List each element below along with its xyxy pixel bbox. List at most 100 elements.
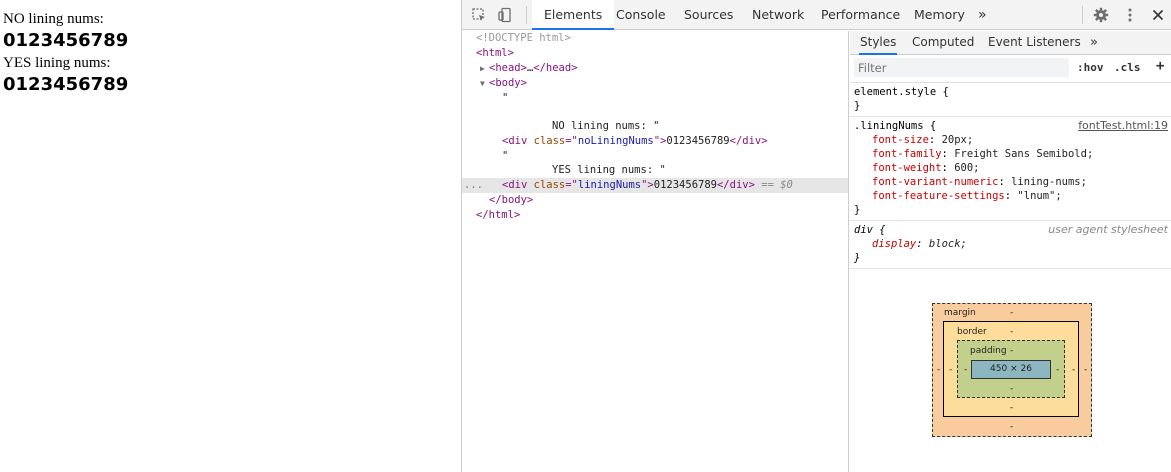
node-actions-dots[interactable]: ... bbox=[464, 178, 483, 193]
text-node-quote: " bbox=[502, 92, 509, 104]
inspect-icon[interactable] bbox=[471, 7, 487, 23]
padding-right-value: - bbox=[1056, 365, 1060, 375]
html-close-tag: </html> bbox=[476, 209, 521, 221]
gear-icon[interactable] bbox=[1093, 7, 1109, 23]
label-yes-lining: YES lining nums: bbox=[3, 55, 111, 71]
decl-value: "lnum"; bbox=[1017, 190, 1062, 202]
div-close-tag: </div> bbox=[729, 135, 768, 147]
tab-network[interactable]: Network bbox=[752, 0, 804, 30]
doctype-text: <!DOCTYPE html> bbox=[476, 32, 571, 44]
dom-text-yes[interactable]: YES lining nums: " bbox=[462, 163, 848, 178]
border-left-value: - bbox=[949, 365, 953, 375]
subtab-styles[interactable]: Styles bbox=[859, 31, 898, 55]
dom-html-open[interactable]: <html> bbox=[462, 46, 848, 61]
add-rule-button[interactable]: + bbox=[1156, 58, 1164, 74]
devtools-panel: Elements Console Sources Network Perform… bbox=[461, 0, 1171, 472]
html-open-tag: <html> bbox=[476, 47, 514, 59]
margin-right-value: - bbox=[1084, 365, 1088, 375]
kebab-menu-icon[interactable] bbox=[1122, 7, 1138, 23]
decl-value: lining-nums; bbox=[1011, 176, 1087, 188]
dom-head[interactable]: ▶ <head>…</head> bbox=[462, 61, 848, 76]
hov-toggle[interactable]: :hov bbox=[1077, 61, 1104, 74]
border-top-value: - bbox=[1010, 327, 1014, 337]
styles-pane: Styles Computed Event Listeners » :hov .… bbox=[850, 31, 1171, 472]
dom-body-close[interactable]: </body> bbox=[462, 193, 848, 208]
decl-value: 20px; bbox=[941, 134, 974, 146]
tab-console[interactable]: Console bbox=[616, 0, 666, 30]
subtab-event-listeners[interactable]: Event Listeners bbox=[988, 31, 1081, 55]
decl-font-family[interactable]: font-family: Freight Sans Semibold; bbox=[854, 147, 1171, 161]
rendered-page: NO lining nums: 0123456789 YES lining nu… bbox=[0, 0, 462, 472]
rule-source-link[interactable]: fontTest.html:19 bbox=[1078, 119, 1168, 132]
attr-close: "> bbox=[653, 135, 667, 147]
dom-html-close[interactable]: </html> bbox=[462, 208, 848, 223]
toolbar-divider-right bbox=[1082, 6, 1083, 24]
decl-font-weight[interactable]: font-weight: 600; bbox=[854, 161, 1171, 175]
styles-subtabs: Styles Computed Event Listeners » bbox=[850, 31, 1171, 55]
element-style-close: } bbox=[854, 100, 861, 112]
div-text-yes: 0123456789 bbox=[653, 179, 717, 191]
dom-text-quote-2[interactable]: " bbox=[462, 149, 848, 164]
decl-prop: font-feature-settings bbox=[872, 190, 1005, 202]
margin-bottom-value: - bbox=[1010, 422, 1014, 432]
tab-memory[interactable]: Memory bbox=[914, 0, 965, 30]
dom-body-open[interactable]: ▼ <body> bbox=[462, 76, 848, 91]
class-value-yes: liningNums bbox=[577, 179, 642, 191]
class-attr-yes: class bbox=[533, 179, 566, 191]
collapse-triangle-icon[interactable]: ▼ bbox=[480, 76, 485, 91]
close-icon[interactable] bbox=[1150, 7, 1166, 23]
margin-top-value: - bbox=[1010, 308, 1014, 318]
decl-value: block; bbox=[928, 238, 967, 250]
ua-source-label: user agent stylesheet bbox=[1048, 223, 1168, 236]
decl-prop: font-size bbox=[872, 134, 929, 146]
styles-filter-input[interactable] bbox=[854, 58, 1069, 77]
dom-div-no[interactable]: <div class="noLiningNums">0123456789</di… bbox=[462, 134, 848, 149]
expand-triangle-icon[interactable]: ▶ bbox=[480, 61, 485, 76]
cls-toggle[interactable]: .cls bbox=[1114, 61, 1141, 74]
border-label: border bbox=[957, 327, 987, 337]
border-right-value: - bbox=[1072, 365, 1076, 375]
subtab-computed[interactable]: Computed bbox=[912, 31, 974, 55]
decl-font-feature-settings[interactable]: font-feature-settings: "lnum"; bbox=[854, 189, 1171, 203]
subtabs-more-button[interactable]: » bbox=[1090, 31, 1098, 55]
decl-prop: font-weight bbox=[872, 162, 942, 174]
rule-lining-nums: .liningNums { fontTest.html:19 font-size… bbox=[850, 117, 1171, 221]
dom-text-no[interactable]: NO lining nums: " bbox=[462, 119, 848, 134]
elements-dom-tree: <!DOCTYPE html> <html> ▶ <head>…</head> ▼… bbox=[462, 31, 849, 472]
class-attr: class bbox=[533, 135, 566, 147]
body-open-tag: <body> bbox=[489, 77, 527, 89]
box-model-content-size[interactable]: 450 × 26 bbox=[971, 360, 1051, 379]
number-no-lining: 0123456789 bbox=[3, 30, 129, 51]
toolbar-divider bbox=[526, 6, 527, 24]
body-close-tag: </body> bbox=[489, 194, 534, 206]
div-open-tag: <div bbox=[502, 135, 528, 147]
decl-font-size[interactable]: font-size: 20px; bbox=[854, 133, 1171, 147]
dom-div-yes-selected[interactable]: ... <div class="liningNums">0123456789</d… bbox=[462, 178, 848, 193]
class-value-no: noLiningNums bbox=[577, 135, 654, 147]
tab-performance[interactable]: Performance bbox=[821, 0, 900, 30]
div-close-tag-yes: </div> bbox=[716, 179, 755, 191]
more-tabs-button[interactable]: » bbox=[978, 0, 987, 30]
selected-node-marker: == $0 bbox=[761, 179, 793, 191]
div-text-no: 0123456789 bbox=[666, 135, 730, 147]
lining-close: } bbox=[854, 204, 861, 216]
element-style-selector[interactable]: element.style { bbox=[854, 85, 1171, 99]
margin-label: margin bbox=[944, 308, 976, 318]
decl-font-variant-numeric[interactable]: font-variant-numeric: lining-nums; bbox=[854, 175, 1171, 189]
dom-doctype[interactable]: <!DOCTYPE html> bbox=[462, 31, 848, 46]
tab-sources[interactable]: Sources bbox=[684, 0, 733, 30]
decl-prop: font-variant-numeric bbox=[872, 176, 999, 188]
dom-text-quote[interactable]: " bbox=[462, 91, 848, 106]
styles-filter-row: :hov .cls + bbox=[850, 55, 1171, 83]
device-toggle-icon[interactable] bbox=[497, 7, 513, 23]
tab-elements[interactable]: Elements bbox=[532, 0, 615, 30]
decl-prop: display bbox=[872, 238, 917, 250]
rule-element-style: element.style { } bbox=[850, 83, 1171, 117]
text-node-no: NO lining nums: " bbox=[552, 120, 660, 132]
devtools-toolbar: Elements Console Sources Network Perform… bbox=[462, 0, 1171, 30]
attr-eq: =" bbox=[565, 135, 578, 147]
decl-value: 600; bbox=[954, 162, 980, 174]
padding-label: padding bbox=[970, 346, 1007, 356]
text-node-yes: YES lining nums: " bbox=[552, 164, 666, 176]
rule-user-agent-div: div { user agent stylesheet display: blo… bbox=[850, 221, 1171, 269]
